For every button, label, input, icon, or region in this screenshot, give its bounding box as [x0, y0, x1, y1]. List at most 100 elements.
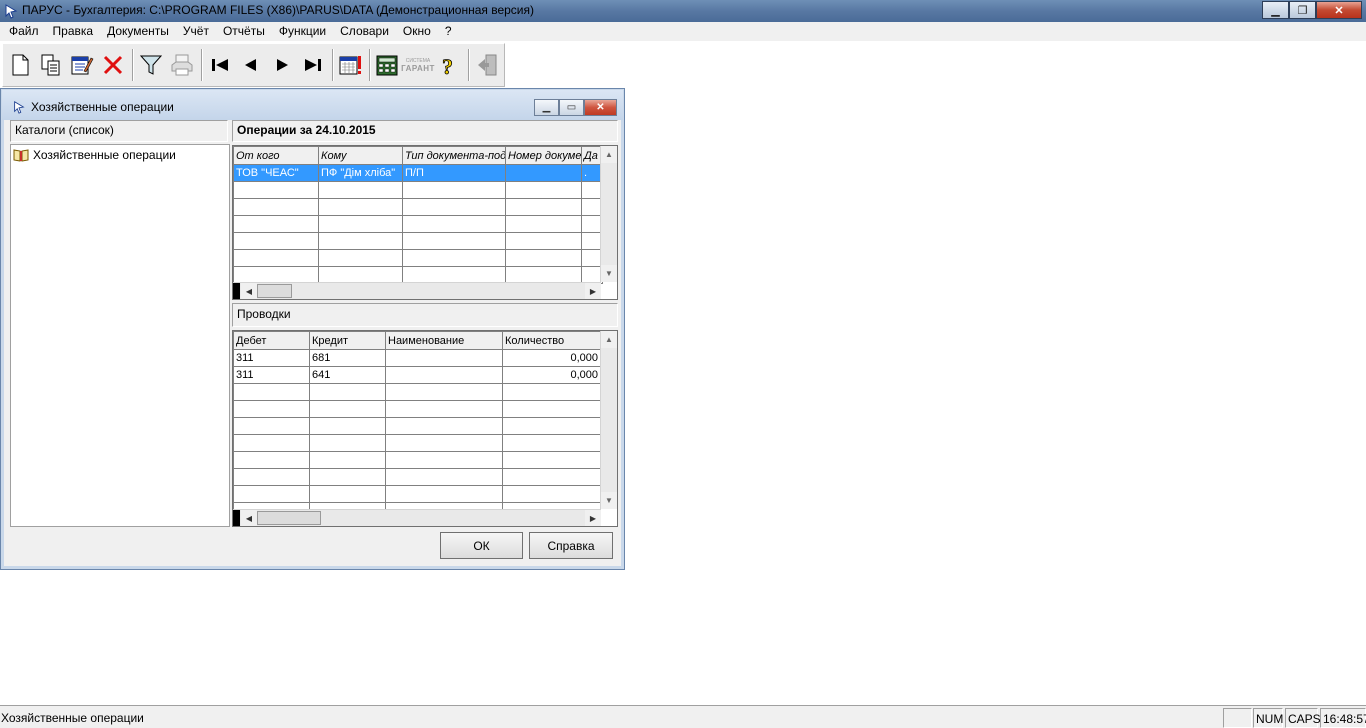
table-row[interactable] [233, 232, 603, 250]
menu-bar: Файл Правка Документы Учёт Отчёты Функци… [0, 22, 1366, 41]
new-document-icon [12, 54, 29, 76]
next-record-button[interactable] [267, 50, 297, 80]
table-row[interactable] [233, 451, 601, 469]
help-button[interactable]: ? [434, 50, 464, 80]
exit-icon [478, 54, 497, 76]
status-clock: 16:48:57 [1320, 708, 1366, 728]
cell-credit: 681 [309, 349, 386, 367]
table-row[interactable] [233, 266, 603, 284]
minimize-button[interactable]: ▁ [1262, 1, 1289, 19]
scroll-up-icon[interactable]: ▲ [601, 331, 617, 348]
new-document-button[interactable] [5, 50, 35, 80]
status-num-indicator: NUM [1253, 708, 1283, 728]
table-row[interactable] [233, 249, 603, 267]
menu-edit[interactable]: Правка [46, 22, 101, 41]
dialog-titlebar: Хозяйственные операции ▁ ▭ ✕ [2, 90, 623, 120]
last-record-icon [305, 59, 321, 71]
print-button[interactable] [167, 50, 197, 80]
record-indicator [233, 510, 240, 526]
table-row[interactable] [233, 468, 601, 486]
restore-button[interactable]: ❐ [1289, 1, 1316, 19]
column-header-from[interactable]: От кого [233, 146, 319, 165]
exit-button[interactable] [472, 50, 502, 80]
postings-vertical-scrollbar[interactable]: ▲ ▼ [600, 331, 617, 509]
toolbar-separator [132, 49, 134, 81]
scroll-left-icon[interactable]: ◀ [241, 510, 257, 526]
column-header-doc-number[interactable]: Номер докуме [505, 146, 582, 165]
calendar-button[interactable] [336, 50, 366, 80]
next-record-icon [277, 59, 288, 71]
filter-button[interactable] [136, 50, 166, 80]
postings-grid[interactable]: Дебет Кредит Наименование Количество 311… [232, 330, 618, 527]
menu-functions[interactable]: Функции [272, 22, 333, 41]
ok-button[interactable]: ОК [440, 532, 523, 559]
scroll-left-icon[interactable]: ◀ [241, 283, 257, 299]
dialog-logo-icon [14, 100, 25, 114]
column-header-debit[interactable]: Дебет [233, 331, 310, 350]
menu-help[interactable]: ? [438, 22, 459, 41]
column-header-quantity[interactable]: Количество [502, 331, 601, 350]
operations-vertical-scrollbar[interactable]: ▲ ▼ [600, 146, 617, 282]
calculator-button[interactable] [372, 50, 402, 80]
operations-grid[interactable]: От кого Кому Тип документа-под Номер док… [232, 145, 618, 300]
scroll-thumb[interactable] [257, 511, 321, 525]
scroll-right-icon[interactable]: ▶ [585, 510, 601, 526]
table-row[interactable] [233, 400, 601, 418]
status-panel-empty [1223, 708, 1252, 728]
column-header-credit[interactable]: Кредит [309, 331, 386, 350]
scroll-thumb[interactable] [257, 284, 292, 298]
calendar-icon [339, 56, 361, 75]
status-text: Хозяйственные операции [1, 711, 144, 725]
catalog-header: Каталоги (список) [10, 120, 228, 142]
menu-documents[interactable]: Документы [100, 22, 176, 41]
filter-icon [139, 55, 163, 75]
table-row[interactable] [233, 181, 603, 199]
help-dialog-button[interactable]: Справка [529, 532, 613, 559]
menu-file[interactable]: Файл [2, 22, 46, 41]
cell-quantity: 0,000 [502, 349, 601, 367]
table-row[interactable]: 311 681 0,000 [233, 349, 601, 367]
catalog-tree-item[interactable]: Хозяйственные операции [13, 148, 176, 162]
scroll-right-icon[interactable]: ▶ [585, 283, 601, 299]
table-row[interactable] [233, 434, 601, 452]
menu-dictionaries[interactable]: Словари [333, 22, 396, 41]
edit-button[interactable] [67, 50, 97, 80]
column-header-name[interactable]: Наименование [385, 331, 503, 350]
garant-system-button[interactable]: СИСТЕМА ГАРАНТ [401, 50, 434, 80]
status-bar: Хозяйственные операции NUM CAPS 16:48:57 [0, 705, 1366, 728]
last-record-button[interactable] [298, 50, 328, 80]
status-caps-indicator: CAPS [1285, 708, 1321, 728]
close-button[interactable]: ✕ [1316, 1, 1362, 19]
scroll-down-icon[interactable]: ▼ [601, 492, 617, 509]
menu-accounting[interactable]: Учёт [176, 22, 216, 41]
catalog-tree: Хозяйственные операции [10, 144, 230, 527]
dialog-minimize-button[interactable]: ▁ [534, 99, 559, 116]
dialog-close-button[interactable]: ✕ [584, 99, 617, 116]
delete-button[interactable] [98, 50, 128, 80]
operations-horizontal-scrollbar[interactable]: ◀ ▶ [233, 282, 601, 299]
table-row[interactable]: ТОВ "ЧЕАС" ПФ "Дім хліба" П/П . [233, 164, 603, 182]
menu-reports[interactable]: Отчёты [216, 22, 272, 41]
table-row[interactable] [233, 485, 601, 503]
dialog-maximize-button[interactable]: ▭ [559, 99, 584, 116]
first-record-button[interactable] [205, 50, 235, 80]
table-row[interactable] [233, 198, 603, 216]
column-header-doc-type[interactable]: Тип документа-под [402, 146, 506, 165]
postings-horizontal-scrollbar[interactable]: ◀ ▶ [233, 509, 601, 526]
scroll-down-icon[interactable]: ▼ [601, 265, 617, 282]
menu-window[interactable]: Окно [396, 22, 438, 41]
toolbar-separator [332, 49, 334, 81]
column-header-to[interactable]: Кому [318, 146, 403, 165]
scroll-up-icon[interactable]: ▲ [601, 146, 617, 163]
print-icon [171, 54, 193, 76]
table-row[interactable] [233, 383, 601, 401]
copy-icon [41, 54, 60, 76]
app-title: ПАРУС - Бухгалтерия: C:\PROGRAM FILES (X… [22, 3, 534, 17]
toolbar-separator [369, 49, 371, 81]
toolbar-area: СИСТЕМА ГАРАНТ ? [0, 41, 1366, 87]
previous-record-button[interactable] [236, 50, 266, 80]
table-row[interactable] [233, 417, 601, 435]
table-row[interactable]: 311 641 0,000 [233, 366, 601, 384]
table-row[interactable] [233, 215, 603, 233]
copy-button[interactable] [36, 50, 66, 80]
